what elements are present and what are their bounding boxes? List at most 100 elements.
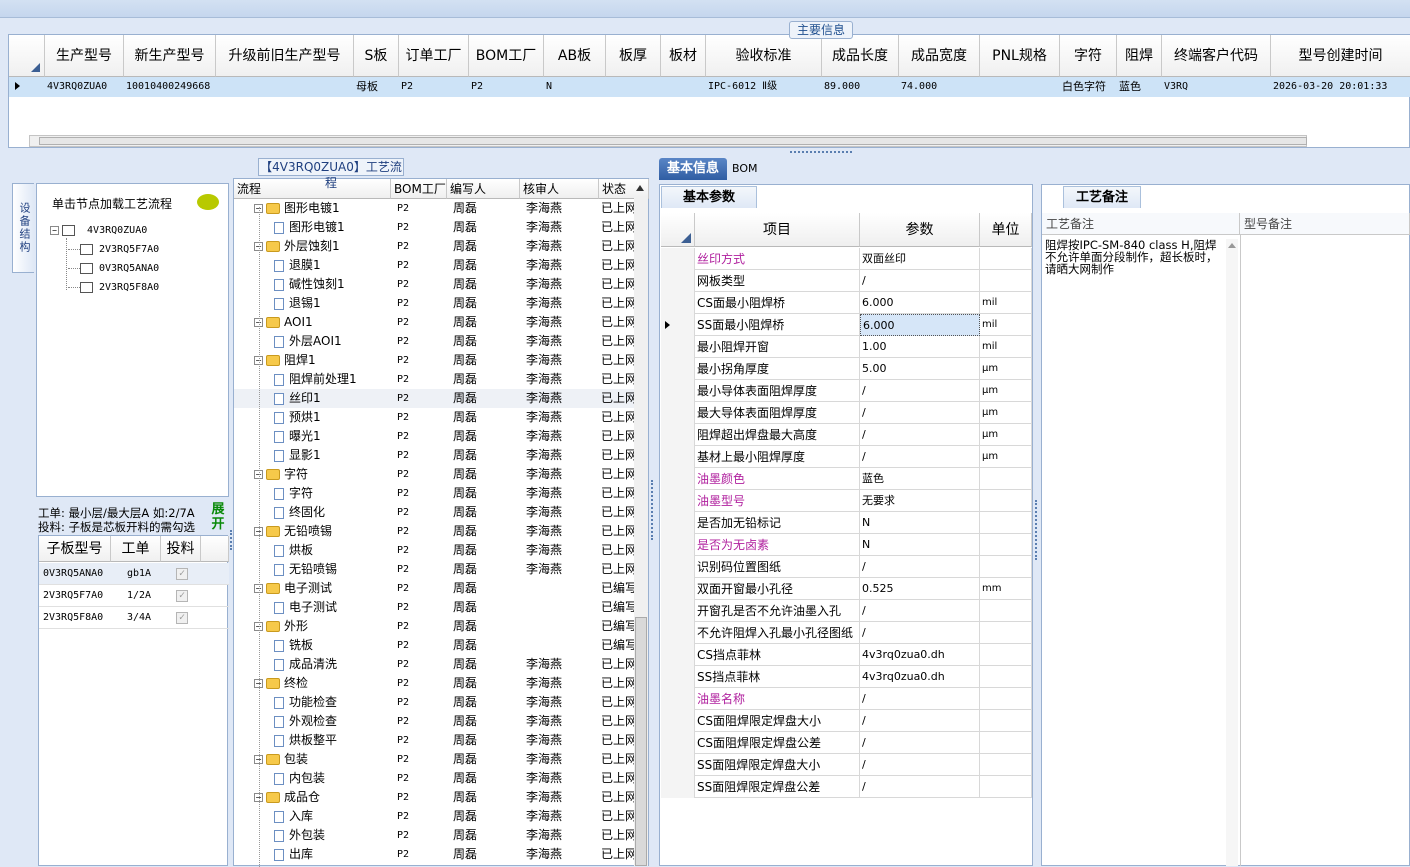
param-row[interactable]: SS面阻焊限定焊盘公差 / [661,776,1032,798]
splitter-grip-icon[interactable] [1035,500,1038,560]
param-row[interactable]: 丝印方式 双面丝印 [661,248,1032,270]
scroll-up-icon[interactable] [636,185,644,191]
param-row[interactable]: 开窗孔是否不允许油墨入孔 / [661,600,1032,622]
flow-row[interactable]: 烘板整平 P2 周磊 李海燕 已上网 [234,731,634,750]
param-row[interactable]: SS面阻焊限定焊盘大小 / [661,754,1032,776]
subboard-order[interactable]: 3/4A [127,607,161,629]
flow-row[interactable]: 终固化 P2 周磊 李海燕 已上网 [234,503,634,522]
param-row[interactable]: 识别码位置图纸 / [661,556,1032,578]
flow-row[interactable]: 退锡1 P2 周磊 李海燕 已上网 [234,294,634,313]
param-value[interactable]: / [860,754,980,776]
flow-row[interactable]: 外包装 P2 周磊 李海燕 已上网 [234,826,634,845]
subboard-grid[interactable]: 子板型号 工单 投料 0V3RQ5ANA0 gb1A ✓ 2V3RQ5F7A0 1/2A… [38,535,229,866]
flow-row[interactable]: 外层AOI1 P2 周磊 李海燕 已上网 [234,332,634,351]
flow-row[interactable]: − 图形电镀1 P2 周磊 李海燕 已上网 [234,199,634,218]
table-cell[interactable]: P2 [469,77,544,97]
param-row[interactable]: 不允许阻焊入孔最小孔径图纸 / [661,622,1032,644]
flow-row[interactable]: − 外形 P2 周磊 已编写 [234,617,634,636]
horizontal-splitter[interactable] [0,150,1410,158]
table-row[interactable]: 2V3RQ5F8A0 3/4A ✓ [39,607,229,629]
notes-scrollbar[interactable] [1226,239,1238,866]
feed-checkbox[interactable]: ✓ [176,590,188,602]
table-cell[interactable] [606,77,661,97]
collapse-icon[interactable]: − [50,225,59,235]
tree-child-node[interactable]: 2V3RQ5F7A0 [68,240,159,259]
notes-col-model[interactable]: 型号备注 [1240,213,1410,235]
node-checkbox[interactable] [80,243,93,255]
table-cell[interactable] [661,77,706,97]
param-value[interactable]: N [860,534,980,556]
param-value[interactable]: / [860,446,980,468]
flow-row[interactable]: − 阻焊1 P2 周磊 李海燕 已上网 [234,351,634,370]
flow-row[interactable]: 入库 P2 周磊 李海燕 已上网 [234,807,634,826]
col-header-13[interactable]: 字符 [1060,35,1117,77]
param-row[interactable]: 是否加无铅标记 N [661,512,1032,534]
flow-row[interactable]: 曝光1 P2 周磊 李海燕 已上网 [234,427,634,446]
flow-row[interactable]: − 外层蚀刻1 P2 周磊 李海燕 已上网 [234,237,634,256]
col-header-0[interactable]: 生产型号 [45,35,124,77]
node-checkbox[interactable] [80,262,93,274]
param-value[interactable]: 4v3rq0zua0.dh [860,666,980,688]
param-value[interactable]: / [860,776,980,798]
col-header-value[interactable]: 参数 [860,213,980,247]
vertical-scrollbar[interactable] [634,185,648,866]
flow-row[interactable]: − 字符 P2 周磊 李海燕 已上网 [234,465,634,484]
notes-col-process[interactable]: 工艺备注 [1042,213,1240,235]
flow-row[interactable]: 字符 P2 周磊 李海燕 已上网 [234,484,634,503]
param-value[interactable]: 1.00 [860,336,980,358]
col-header-order[interactable]: 工单 [111,536,161,562]
param-value[interactable]: / [860,710,980,732]
flow-row[interactable]: − 终检 P2 周磊 李海燕 已上网 [234,674,634,693]
col-header-15[interactable]: 终端客户代码 [1162,35,1271,77]
subboard-order[interactable]: gb1A [127,563,161,585]
param-value[interactable]: 6.000 [860,292,980,314]
param-row[interactable]: 双面开窗最小孔径 0.525 mm [661,578,1032,600]
param-row[interactable]: CS挡点菲林 4v3rq0zua0.dh [661,644,1032,666]
process-note-text[interactable]: 阻焊按IPC-SM-840 class H,阻焊不允许单面分段制作，超长板时，请… [1045,239,1221,275]
col-header-reviewer[interactable]: 核审人 [520,179,599,199]
param-value[interactable]: 无要求 [860,490,980,512]
col-header-2[interactable]: 升级前旧生产型号 [216,35,354,77]
col-header-writer[interactable]: 编写人 [447,179,520,199]
col-header-unit[interactable]: 单位 [980,213,1032,247]
col-header-14[interactable]: 阻焊 [1117,35,1162,77]
param-row[interactable]: CS面最小阻焊桥 6.000 mil [661,292,1032,314]
flow-row[interactable]: 丝印1 P2 周磊 李海燕 已上网 [234,389,634,408]
table-cell[interactable]: 4V3RQ0ZUA0 [45,77,124,97]
table-cell[interactable]: 蓝色 [1117,77,1162,97]
flow-row[interactable]: 无铅喷锡 P2 周磊 李海燕 已上网 [234,560,634,579]
col-header-5[interactable]: BOM工厂 [469,35,544,77]
table-cell[interactable]: 2026-03-20 20:01:33 [1271,77,1410,97]
col-header-flow[interactable]: 流程 [234,179,391,199]
table-cell[interactable]: V3RQ [1162,77,1271,97]
scroll-up-icon[interactable] [1228,243,1236,248]
tab-bom[interactable]: BOM [732,162,758,175]
param-row[interactable]: SS挡点菲林 4v3rq0zua0.dh [661,666,1032,688]
flow-row[interactable]: 外观检查 P2 周磊 李海燕 已上网 [234,712,634,731]
col-header-4[interactable]: 订单工厂 [399,35,469,77]
param-row[interactable]: 网板类型 / [661,270,1032,292]
splitter-grip-icon[interactable] [651,480,654,540]
param-value[interactable]: 6.000 [860,314,980,336]
table-cell[interactable]: IPC-6012 Ⅱ级 [706,77,822,97]
flow-row[interactable]: 烘板 P2 周磊 李海燕 已上网 [234,541,634,560]
flow-row[interactable]: 内包装 P2 周磊 李海燕 已上网 [234,769,634,788]
param-value[interactable]: / [860,424,980,446]
flow-row[interactable]: 显影1 P2 周磊 李海燕 已上网 [234,446,634,465]
col-header-6[interactable]: AB板 [544,35,606,77]
node-checkbox[interactable] [80,281,93,293]
col-header-9[interactable]: 验收标准 [706,35,822,77]
param-row[interactable]: 油墨名称 / [661,688,1032,710]
flow-row[interactable]: 图形电镀1 P2 周磊 李海燕 已上网 [234,218,634,237]
tree-child-node[interactable]: 0V3RQ5ANA0 [68,259,159,278]
param-row[interactable]: 最小导体表面阻焊厚度 / μm [661,380,1032,402]
tree-root-node[interactable]: − 4V3RQ0ZUA0 [50,221,147,240]
col-header-item[interactable]: 项目 [695,213,860,247]
param-value[interactable]: / [860,688,980,710]
param-row[interactable]: CS面阻焊限定焊盘公差 / [661,732,1032,754]
table-row[interactable]: 0V3RQ5ANA0 gb1A ✓ [39,563,229,585]
param-row[interactable]: 油墨型号 无要求 [661,490,1032,512]
flow-row[interactable]: − AOI1 P2 周磊 李海燕 已上网 [234,313,634,332]
table-cell[interactable]: 母板 [354,77,399,97]
flow-row[interactable]: 退膜1 P2 周磊 李海燕 已上网 [234,256,634,275]
